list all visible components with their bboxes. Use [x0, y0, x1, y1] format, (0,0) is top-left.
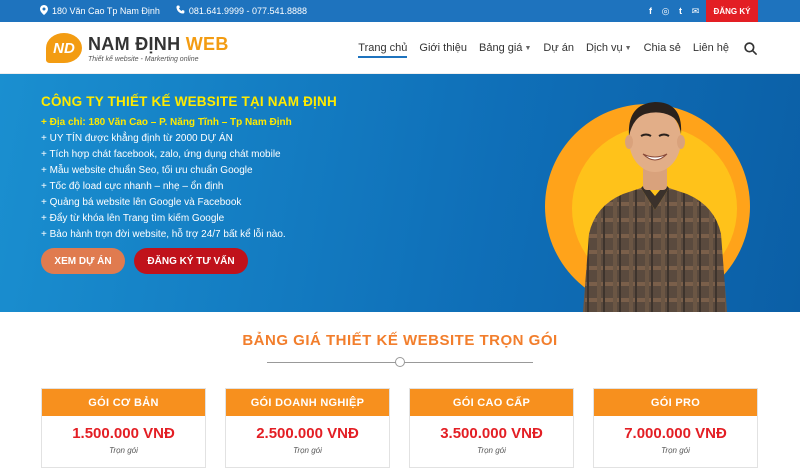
hero-feature: + Tốc độ load cực nhanh – nhẹ – ổn định — [41, 181, 224, 192]
phone-icon — [176, 5, 185, 17]
facebook-icon[interactable]: f — [646, 6, 655, 16]
nav-item-projects[interactable]: Dự án — [538, 22, 579, 74]
plan-note: Trọn gói — [109, 446, 138, 455]
pricing-card-premium[interactable]: GÓI CAO CẤP 3.500.000 VNĐ Trọn gói — [409, 388, 574, 468]
register-consult-button[interactable]: ĐĂNG KÝ TƯ VẤN — [134, 248, 248, 274]
address-info: 180 Văn Cao Tp Nam Định — [40, 4, 160, 18]
search-icon[interactable] — [740, 38, 760, 58]
plan-note: Trọn gói — [661, 446, 690, 455]
logo-title-accent: WEB — [185, 33, 229, 54]
chevron-down-icon: ▼ — [624, 44, 632, 52]
pricing-card-pro[interactable]: GÓI PRO 7.000.000 VNĐ Trọn gói — [593, 388, 758, 468]
pricing-plans: GÓI CƠ BẢN 1.500.000 VNĐ Trọn gói GÓI DO… — [41, 388, 759, 468]
pricing-card-basic[interactable]: GÓI CƠ BẢN 1.500.000 VNĐ Trọn gói — [41, 388, 206, 468]
person-illustration — [575, 84, 735, 312]
plan-name: GÓI CƠ BẢN — [42, 389, 205, 416]
nav-label: Chia sẻ — [643, 42, 681, 54]
plan-name: GÓI CAO CẤP — [410, 389, 573, 416]
site-logo[interactable]: ND NAM ĐỊNH WEB Thiết kế website - Marke… — [46, 28, 229, 68]
view-projects-button[interactable]: XEM DỰ ÁN — [41, 248, 125, 274]
hero-feature: + Quảng bá website lên Google và Faceboo… — [41, 197, 242, 208]
hero-feature: + Mẫu website chuẩn Seo, tối ưu chuẩn Go… — [41, 165, 253, 176]
hero-feature: + Đẩy từ khóa lên Trang tìm kiếm Google — [41, 213, 225, 224]
site-header: ND NAM ĐỊNH WEB Thiết kế website - Marke… — [0, 22, 800, 74]
nav-item-services[interactable]: Dịch vụ ▼ — [581, 22, 637, 74]
nav-label: Trang chủ — [358, 42, 408, 54]
email-icon[interactable]: ✉ — [691, 6, 700, 17]
plan-price: 7.000.000 VNĐ — [624, 425, 727, 442]
hero-feature: + Địa chỉ: 180 Văn Cao – P. Năng Tĩnh – … — [41, 117, 292, 128]
logo-title: NAM ĐỊNH WEB — [88, 34, 229, 55]
hero-feature-list: + Địa chỉ: 180 Văn Cao – P. Năng Tĩnh – … — [41, 115, 292, 243]
divider-ornament — [395, 357, 405, 367]
twitter-icon[interactable]: t — [676, 6, 685, 16]
logo-mark: ND — [46, 33, 82, 63]
hero-feature: + Bảo hành trọn đời website, hỗ trợ 24/7… — [41, 229, 286, 240]
register-button[interactable]: ĐĂNG KÝ — [706, 0, 758, 22]
hero-feature: + Tích hợp chát facebook, zalo, ứng dụng… — [41, 149, 281, 160]
plan-note: Trọn gói — [293, 446, 322, 455]
nav-label: Bảng giá — [479, 42, 523, 54]
pricing-section-title: BẢNG GIÁ THIẾT KẾ WEBSITE TRỌN GÓI — [242, 332, 558, 349]
plan-price: 1.500.000 VNĐ — [72, 425, 175, 442]
instagram-icon[interactable]: ◎ — [661, 6, 670, 17]
top-bar: 180 Văn Cao Tp Nam Định 081.641.9999 - 0… — [0, 0, 800, 22]
main-nav: Trang chủ Giới thiệu Bảng giá ▼ Dự án Dịc… — [353, 22, 760, 74]
nav-item-about[interactable]: Giới thiệu — [414, 22, 472, 74]
logo-tagline: Thiết kế website - Markerting online — [88, 55, 199, 63]
plan-note: Trọn gói — [477, 446, 506, 455]
plan-price: 3.500.000 VNĐ — [440, 425, 543, 442]
pricing-card-business[interactable]: GÓI DOANH NGHIỆP 2.500.000 VNĐ Trọn gói — [225, 388, 390, 468]
nav-label: Liên hệ — [692, 42, 729, 54]
nav-label: Giới thiệu — [419, 42, 467, 54]
hero-title: CÔNG TY THIẾT KẾ WEBSITE TẠI NAM ĐỊNH — [41, 94, 337, 109]
plan-name: GÓI PRO — [594, 389, 757, 416]
hero-feature: + UY TÍN được khẳng định từ 2000 DỰ ÁN — [41, 133, 233, 144]
logo-text: NAM ĐỊNH WEB Thiết kế website - Markerti… — [88, 34, 229, 63]
nav-item-share[interactable]: Chia sẻ — [639, 22, 686, 74]
nav-item-pricing[interactable]: Bảng giá ▼ — [474, 22, 536, 74]
logo-title-main: NAM ĐỊNH — [88, 33, 181, 54]
social-links: f ◎ t ✉ — [646, 0, 700, 22]
phone-text: 081.641.9999 - 077.541.8888 — [188, 6, 308, 16]
nav-item-home[interactable]: Trang chủ — [353, 22, 412, 74]
phone-info[interactable]: 081.641.9999 - 077.541.8888 — [176, 5, 307, 17]
plan-name: GÓI DOANH NGHIỆP — [226, 389, 389, 416]
hero-banner: CÔNG TY THIẾT KẾ WEBSITE TẠI NAM ĐỊNH + … — [0, 74, 800, 312]
plan-price: 2.500.000 VNĐ — [256, 425, 359, 442]
nav-label: Dịch vụ — [585, 42, 623, 54]
location-pin-icon — [40, 4, 48, 18]
chevron-down-icon: ▼ — [524, 44, 532, 52]
address-text: 180 Văn Cao Tp Nam Định — [52, 6, 160, 16]
nav-label: Dự án — [543, 42, 574, 54]
nav-item-contact[interactable]: Liên hệ — [688, 22, 734, 74]
